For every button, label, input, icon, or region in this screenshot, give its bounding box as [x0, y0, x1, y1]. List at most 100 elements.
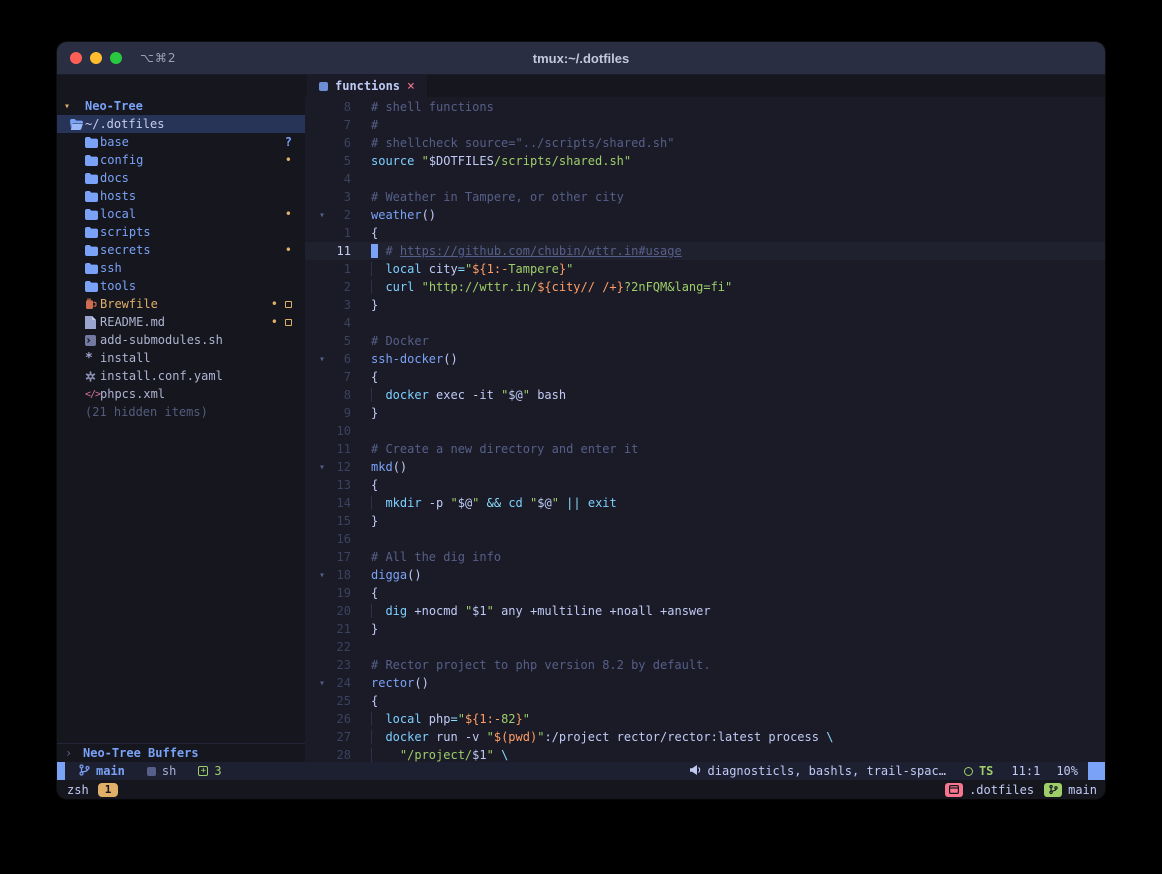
code-line[interactable]: 21}	[305, 620, 1105, 638]
line-number: 12	[325, 460, 351, 474]
session-icon	[945, 783, 963, 797]
tree-item-README.md[interactable]: README.md•	[57, 313, 305, 331]
code-line[interactable]: 2▏ curl "http://wttr.in/${city// /+}?2nF…	[305, 278, 1105, 296]
code-line[interactable]: 15}	[305, 512, 1105, 530]
line-number: 19	[325, 586, 351, 600]
tree-item-label: install	[100, 351, 151, 365]
branch-name: main	[1068, 783, 1097, 797]
code-line[interactable]: 11# Create a new directory and enter it	[305, 440, 1105, 458]
tree-item-install.conf.yaml[interactable]: install.conf.yaml	[57, 367, 305, 385]
tree-item-base[interactable]: base?	[57, 133, 305, 151]
collapse-arrow-icon[interactable]: ▾	[64, 101, 78, 112]
shell-icon	[85, 335, 100, 346]
code-line[interactable]: 13{	[305, 476, 1105, 494]
tree-item-secrets[interactable]: secrets•	[57, 241, 305, 259]
tree-items: base?config•docshostslocal•scriptssecret…	[57, 133, 305, 403]
code-line[interactable]: 4	[305, 170, 1105, 188]
tree-item-scripts[interactable]: scripts	[57, 223, 305, 241]
code-icon: </>	[85, 389, 100, 400]
code-line[interactable]: 3}	[305, 296, 1105, 314]
code-line[interactable]: 7{	[305, 368, 1105, 386]
line-number: 4	[325, 316, 351, 330]
line-text: {	[371, 694, 378, 708]
code-line[interactable]: ▾2weather()	[305, 206, 1105, 224]
line-text: ▏ docker exec -it "$@" bash	[371, 388, 566, 402]
code-line[interactable]: 23# Rector project to php version 8.2 by…	[305, 656, 1105, 674]
line-text: ssh-docker()	[371, 352, 458, 366]
code-line[interactable]: 1{	[305, 224, 1105, 242]
code-line[interactable]: 20 ▏ dig +nocmd "$1" any +multiline +noal…	[305, 602, 1105, 620]
tree-item-label: phpcs.xml	[100, 387, 165, 401]
line-number: 1	[325, 262, 351, 276]
code-line[interactable]: 19 {	[305, 584, 1105, 602]
line-text: {	[371, 586, 378, 600]
doc-icon	[85, 316, 100, 329]
git-added-segment: + 3	[198, 764, 221, 778]
line-number: 26	[325, 712, 351, 726]
window-title: tmux:~/.dotfiles	[57, 51, 1105, 66]
tree-item-Brewfile[interactable]: Brewfile•	[57, 295, 305, 313]
code-line[interactable]: 27▏ docker run -v "$(pwd)":/project rect…	[305, 728, 1105, 746]
code-line[interactable]: ▾6ssh-docker()	[305, 350, 1105, 368]
tree-item-label: add-submodules.sh	[100, 333, 223, 347]
line-number: 14	[325, 496, 351, 510]
code-line[interactable]: 25{	[305, 692, 1105, 710]
code-line[interactable]: ▾18digga()	[305, 566, 1105, 584]
code-line[interactable]: 5source "$DOTFILES/scripts/shared.sh"	[305, 152, 1105, 170]
tree-item-add-submodules.sh[interactable]: add-submodules.sh	[57, 331, 305, 349]
tree-item-label: README.md	[100, 315, 165, 329]
folder-icon	[85, 137, 100, 148]
tab-close-icon[interactable]: ×	[407, 79, 415, 94]
tree-item-docs[interactable]: docs	[57, 169, 305, 187]
line-number: 3	[325, 298, 351, 312]
tmux-session-segment: .dotfiles	[945, 783, 1034, 797]
fold-arrow-icon[interactable]: ▾	[305, 462, 325, 473]
code-line[interactable]: 7#	[305, 116, 1105, 134]
code-line[interactable]: 26▏ local php="${1:-82}"	[305, 710, 1105, 728]
line-number: 7	[325, 118, 351, 132]
tree-item-tools[interactable]: tools	[57, 277, 305, 295]
fold-arrow-icon[interactable]: ▾	[305, 210, 325, 221]
code-area[interactable]: 8# shell functions7#6# shellcheck source…	[305, 97, 1105, 762]
tree-item-hosts[interactable]: hosts	[57, 187, 305, 205]
tmux-statusbar: zsh 1 .dotfiles main	[57, 780, 1105, 799]
line-number: 20	[325, 604, 351, 618]
code-line[interactable]: 4	[305, 314, 1105, 332]
tree-item-phpcs.xml[interactable]: </>phpcs.xml	[57, 385, 305, 403]
tree-item-ssh[interactable]: ssh	[57, 259, 305, 277]
fold-arrow-icon[interactable]: ▾	[305, 570, 325, 581]
tmux-window-index-badge[interactable]: 1	[98, 783, 119, 797]
tree-item-install[interactable]: *install	[57, 349, 305, 367]
code-line[interactable]: ▾12 mkd()	[305, 458, 1105, 476]
code-line[interactable]: 10	[305, 422, 1105, 440]
code-line[interactable]: 8# shell functions	[305, 98, 1105, 116]
code-line[interactable]: 22	[305, 638, 1105, 656]
code-line[interactable]: 3# Weather in Tampere, or other city	[305, 188, 1105, 206]
tabline: functions ×	[305, 75, 1105, 97]
line-text: ▏ mkdir -p "$@" && cd "$@" || exit	[371, 496, 617, 510]
tree-item-config[interactable]: config•	[57, 151, 305, 169]
code-line[interactable]: 28▏ "/project/$1" \	[305, 746, 1105, 762]
code-line[interactable]: 16	[305, 530, 1105, 548]
code-line[interactable]: 9}	[305, 404, 1105, 422]
code-line[interactable]: 8▏ docker exec -it "$@" bash	[305, 386, 1105, 404]
code-line[interactable]: 6# shellcheck source="../scripts/shared.…	[305, 134, 1105, 152]
line-text: mkd()	[371, 460, 407, 474]
tree-item-label: ~/.dotfiles	[85, 117, 164, 131]
code-line[interactable]: 11 # https://github.com/chubin/wttr.in#u…	[305, 242, 1105, 260]
line-text: ▏ dig +nocmd "$1" any +multiline +noall …	[371, 604, 711, 618]
code-line[interactable]: 17# All the dig info	[305, 548, 1105, 566]
tree-item-root[interactable]: ~/.dotfiles	[57, 115, 305, 133]
tab-functions[interactable]: functions ×	[307, 75, 427, 97]
fold-arrow-icon[interactable]: ▾	[305, 678, 325, 689]
fold-arrow-icon[interactable]: ▾	[305, 354, 325, 365]
code-line[interactable]: 1▏ local city="${1:-Tampere}"	[305, 260, 1105, 278]
line-number: 2	[325, 280, 351, 294]
mode-indicator-block	[57, 762, 65, 780]
tree-item-local[interactable]: local•	[57, 205, 305, 223]
git-status-badges: •	[285, 207, 292, 221]
code-line[interactable]: 14 ▏ mkdir -p "$@" && cd "$@" || exit	[305, 494, 1105, 512]
neotree-buffers-header[interactable]: › Neo-Tree Buffers	[57, 743, 305, 762]
code-line[interactable]: 5# Docker	[305, 332, 1105, 350]
code-line[interactable]: ▾24rector()	[305, 674, 1105, 692]
